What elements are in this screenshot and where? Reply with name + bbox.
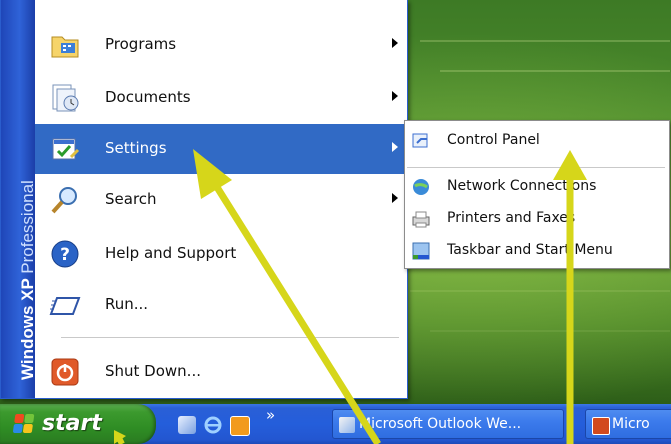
- arrow-to-start: [114, 430, 126, 444]
- arrow-to-control-panel: [553, 150, 587, 444]
- screen: » start Microsoft Outlook We... Micro Wi…: [0, 0, 671, 444]
- arrow-to-settings: [193, 149, 381, 444]
- annotation-arrows: [114, 149, 587, 444]
